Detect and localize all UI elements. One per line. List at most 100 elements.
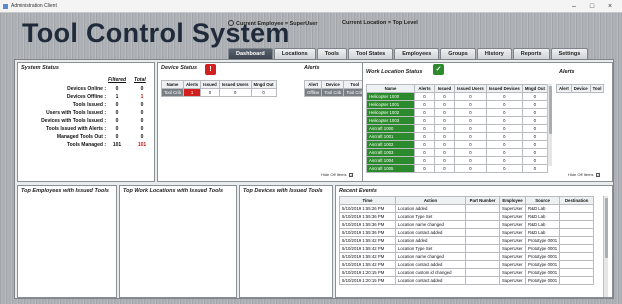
recent-events-scrollbar[interactable] [603, 196, 608, 297]
top-employees-panel: Top Employees with Issued Tools [17, 185, 117, 298]
table-row[interactable]: Offline Tool Crib Tool Crib [303, 88, 367, 97]
table-row[interactable]: 5/10/2019 1:55:42 PM Location added SuperU… [339, 236, 595, 245]
event-action-cell: Location Type Set [395, 212, 466, 221]
work-location-value-cell: 0 [454, 132, 487, 141]
status-total-value: 0 [140, 110, 144, 116]
tab-tools[interactable]: Tools [316, 48, 347, 59]
work-location-value-cell: 0 [414, 124, 435, 133]
table-row[interactable]: 5/10/2019 1:55:36 PM Location Type Set Sup… [339, 212, 595, 221]
work-location-name-cell[interactable]: Aircraft 1003 [366, 148, 415, 157]
status-total-value: 101 [137, 142, 147, 148]
scroll-thumb[interactable] [549, 86, 552, 134]
table-row[interactable]: Aircraft 1003 0 0 0 0 0 [366, 148, 548, 157]
status-filtered-value: 0 [115, 126, 119, 132]
table-row[interactable]: Tool Crib 1 0 0 0 [161, 88, 277, 97]
tab-reports[interactable]: Reports [512, 48, 550, 59]
tab-employees[interactable]: Employees [394, 48, 440, 59]
col-device: Device [321, 80, 345, 89]
table-row[interactable]: 5/10/2019 1:55:36 PM Location contact add… [339, 228, 595, 237]
table-row[interactable]: Aircraft 1001 0 0 0 0 0 [366, 132, 548, 141]
hide-off-items-toggle[interactable]: Hide Off Items ✓ [568, 172, 600, 178]
recent-events-table: Time Action Part Number Employee Source … [339, 196, 595, 285]
top-employees-title: Top Employees with Issued Tools [21, 188, 109, 194]
status-label-text: Devices Offline : [66, 94, 106, 100]
event-time-cell: 5/10/2019 1:20:15 PM [339, 268, 396, 277]
close-button[interactable]: × [602, 0, 618, 13]
minimize-button[interactable]: – [566, 0, 582, 13]
work-location-scrollbar[interactable] [547, 84, 552, 166]
tab-settings[interactable]: Settings [550, 48, 589, 59]
checkbox-icon[interactable]: ✓ [595, 173, 600, 178]
work-location-name-cell[interactable]: Helicopter 1003 [366, 116, 415, 125]
event-part-cell [465, 244, 500, 253]
table-row[interactable]: Helicopter 1002 0 0 0 0 0 [366, 108, 548, 117]
work-location-value-cell: 0 [434, 92, 455, 101]
table-row[interactable]: 5/10/2019 1:20:15 PM Location contact add… [339, 276, 595, 285]
tab-history[interactable]: History [476, 48, 512, 59]
work-alerts-table: Alert Device Tool [556, 84, 605, 93]
work-location-name-cell[interactable]: Aircraft 1000 [366, 124, 415, 133]
work-location-value-cell: 0 [454, 156, 487, 165]
table-row[interactable]: Aircraft 1005 0 0 0 0 0 [366, 164, 548, 173]
scroll-thumb[interactable] [605, 198, 608, 258]
table-row[interactable]: 5/10/2019 1:55:42 PM Location contact add… [339, 260, 595, 269]
work-location-value-cell: 0 [414, 108, 435, 117]
work-location-value-cell: 0 [485, 164, 523, 173]
table-row[interactable]: 5/10/2019 1:55:26 PM Location added SuperU… [339, 204, 595, 213]
tab-groups[interactable]: Groups [440, 48, 476, 59]
work-location-name-cell[interactable]: Helicopter 1001 [366, 100, 415, 109]
device-name-cell[interactable]: Tool Crib [161, 88, 184, 97]
work-location-status-panel: Work Location Status ✓ Alerts Name Alert… [362, 62, 613, 182]
table-row[interactable]: 5/10/2019 1:55:36 PM Location name change… [339, 220, 595, 229]
status-total-value: 0 [140, 134, 144, 140]
table-row[interactable]: Helicopter 1000 0 0 0 0 0 [366, 92, 548, 101]
work-location-name-cell[interactable]: Aircraft 1005 [366, 164, 415, 173]
table-row[interactable]: 5/10/2019 1:55:42 PM Location name change… [339, 252, 595, 261]
status-row-label: Tools Issued with Alerts : [20, 126, 106, 133]
event-dest-cell [559, 236, 595, 245]
work-location-value-cell: 0 [414, 140, 435, 149]
table-row[interactable]: 5/10/2019 1:20:15 PM Location custom id c… [339, 268, 595, 277]
event-employee-cell: SuperUser [499, 244, 526, 253]
work-location-name-cell[interactable]: Aircraft 1004 [366, 156, 415, 165]
maximize-button[interactable]: □ [584, 0, 600, 13]
top-devices-panel: Top Devices with Issued Tools [239, 185, 333, 298]
table-row[interactable]: Aircraft 1002 0 0 0 0 0 [366, 140, 548, 149]
table-row[interactable]: Aircraft 1004 0 0 0 0 0 [366, 156, 548, 165]
event-time-cell: 5/10/2019 1:55:42 PM [339, 244, 396, 253]
tab-tool-states[interactable]: Tool States [347, 48, 394, 59]
work-location-name-cell[interactable]: Aircraft 1001 [366, 132, 415, 141]
device-issued-cell: 0 [200, 88, 220, 97]
work-location-value-cell: 0 [434, 132, 455, 141]
app-icon [3, 4, 8, 9]
table-row[interactable]: 5/10/2019 1:55:42 PM Location Type Set Sup… [339, 244, 595, 253]
work-location-value-cell: 0 [454, 92, 487, 101]
tab-locations[interactable]: Locations [273, 48, 316, 59]
top-devices-title: Top Devices with Issued Tools [243, 188, 323, 194]
status-filtered-value: 1 [115, 94, 119, 100]
work-location-name-cell[interactable]: Aircraft 1002 [366, 140, 415, 149]
event-source-cell: Prototype 0001 [524, 268, 561, 277]
work-location-name-cell[interactable]: Helicopter 1000 [366, 92, 415, 101]
work-location-value-cell: 0 [434, 148, 455, 157]
col-destination: Destination [559, 196, 595, 205]
col-name: Name [366, 84, 415, 93]
work-location-value-cell: 0 [485, 124, 523, 133]
tab-dashboard[interactable]: Dashboard [228, 48, 273, 59]
col-alert: Alert [303, 80, 323, 89]
work-location-value-cell: 0 [434, 108, 455, 117]
work-location-value-cell: 0 [521, 92, 548, 101]
table-row[interactable]: Helicopter 1003 0 0 0 0 0 [366, 116, 548, 125]
table-row[interactable]: Aircraft 1000 0 0 0 0 0 [366, 124, 548, 133]
col-issued-devices: Issued Devices [485, 84, 523, 93]
table-row[interactable]: Helicopter 1001 0 0 0 0 0 [366, 100, 548, 109]
work-location-name-cell[interactable]: Helicopter 1002 [366, 108, 415, 117]
hide-off-items-toggle[interactable]: Hide Off Items ✓ [321, 172, 353, 178]
checkbox-icon[interactable]: ✓ [348, 173, 353, 178]
status-label-text: Tools Issued with Alerts : [45, 126, 106, 132]
event-employee-cell: SuperUser [499, 236, 526, 245]
work-location-value-cell: 0 [485, 148, 523, 157]
work-location-value-cell: 0 [454, 140, 487, 149]
event-time-cell: 5/10/2019 1:55:36 PM [339, 212, 396, 221]
event-action-cell: Location added [395, 236, 466, 245]
